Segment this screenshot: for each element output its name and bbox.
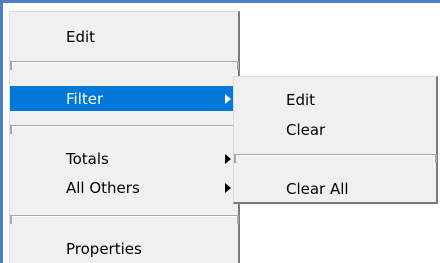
submenu-arrow-icon (225, 93, 231, 104)
menu-item-label: Totals (66, 149, 109, 168)
menu-item-filter[interactable]: Filter (10, 86, 239, 111)
submenu-item-label: Edit (286, 90, 316, 109)
submenu-arrow-icon (225, 153, 231, 164)
menu-item-properties[interactable]: Properties (10, 236, 239, 261)
submenu-item-label: Clear (286, 120, 326, 139)
submenu-item-clear-all[interactable]: Clear All (234, 176, 437, 201)
menu-item-label: Properties (66, 239, 142, 258)
submenu-item-label: Clear All (286, 179, 349, 198)
submenu-item-edit[interactable]: Edit (234, 87, 437, 112)
submenu-arrow-icon (225, 182, 231, 193)
menu-separator (10, 125, 239, 134)
menu-item-all-others[interactable]: All Others (10, 175, 239, 200)
menu-separator (10, 215, 239, 224)
menu-item-label: Edit (66, 27, 96, 46)
menu-separator (10, 61, 239, 70)
menu-item-edit[interactable]: Edit (10, 24, 239, 49)
menu-separator (234, 154, 437, 163)
window-frame-top (0, 0, 440, 3)
submenu-item-clear[interactable]: Clear (234, 117, 437, 142)
context-menu: Edit Filter Totals All Others Properties (9, 11, 240, 263)
window-frame-left (0, 0, 3, 263)
menu-item-label: All Others (66, 178, 140, 197)
menu-item-label: Filter (66, 89, 104, 108)
filter-submenu: Edit Clear Clear All (233, 76, 438, 204)
menu-item-totals[interactable]: Totals (10, 146, 239, 171)
